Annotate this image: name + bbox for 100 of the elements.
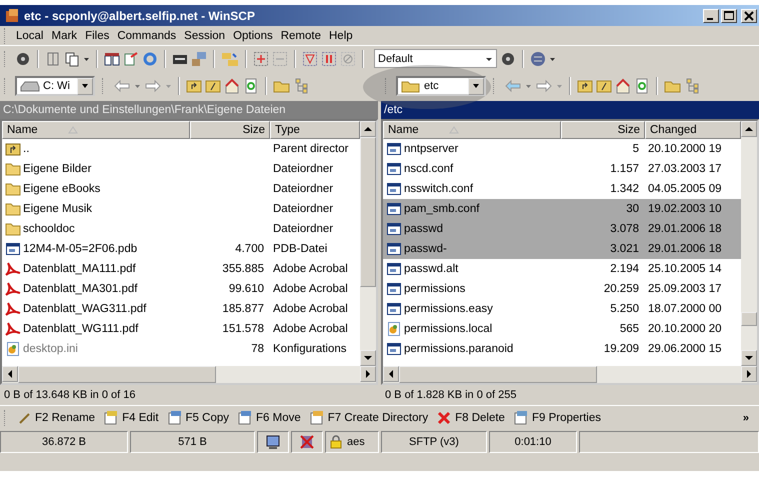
path-text: C:\Dokumente und Einstellungen\Frank\Eigene Dateien [3, 104, 286, 116]
file-name[interactable]: Eigene Musik [23, 203, 92, 215]
root-folder-icon[interactable] [205, 78, 221, 94]
scrollbar-thumb[interactable] [741, 312, 757, 326]
parent-folder-icon [5, 141, 21, 157]
no-entry-icon[interactable] [340, 50, 356, 66]
home-icon[interactable] [224, 78, 240, 94]
file-name[interactable]: 12M4-M-05=2F06.pdb [23, 243, 138, 255]
table-cell: Adobe Acrobal [273, 303, 348, 315]
tree-icon[interactable] [294, 78, 310, 94]
column-header[interactable]: Name [383, 121, 561, 139]
vertical-scrollbar[interactable] [360, 121, 376, 366]
column-header[interactable]: Name [2, 121, 190, 139]
file-name[interactable]: desktop.ini [23, 343, 78, 355]
file-name[interactable]: schooldoc [23, 223, 75, 235]
file-icon [386, 201, 402, 217]
table-cell: 27.03.2003 17 [648, 163, 722, 175]
maximize-button[interactable] [721, 8, 737, 22]
file-name[interactable]: Datenblatt_MA301.pdf [23, 283, 138, 295]
command-button[interactable]: F5 Copy [162, 410, 233, 426]
file-size: 565 [620, 323, 639, 335]
horizontal-scrollbar[interactable] [2, 366, 376, 383]
column-header[interactable]: Size [190, 121, 270, 139]
menu-item[interactable]: Help [325, 30, 357, 42]
menu-item[interactable]: Commands [113, 30, 180, 42]
command-button[interactable]: F8 Delete [432, 410, 509, 426]
file-name[interactable]: .. [23, 143, 30, 155]
back-arrow-icon[interactable] [504, 78, 522, 94]
column-header[interactable]: Changed [645, 121, 741, 139]
file-name[interactable]: nntpserver [404, 143, 458, 155]
forward-arrow-icon[interactable] [535, 78, 553, 94]
column-header[interactable]: Type [270, 121, 360, 139]
parent-folder-icon[interactable] [186, 78, 202, 94]
file-name[interactable]: passwd- [404, 243, 447, 255]
refresh-icon[interactable] [243, 78, 259, 94]
file-name[interactable]: passwd.alt [404, 263, 458, 275]
close-icon [436, 410, 452, 426]
refresh-icon[interactable] [634, 78, 650, 94]
file-name[interactable]: Eigene Bilder [23, 163, 92, 175]
documents-icon[interactable] [64, 50, 80, 66]
tree-icon[interactable] [685, 78, 701, 94]
scrollbar-thumb[interactable] [18, 366, 216, 383]
menu-item[interactable]: Remote [276, 30, 325, 42]
folders-icon[interactable] [221, 50, 239, 66]
menu-item[interactable]: Files [81, 30, 114, 42]
file-name[interactable]: Datenblatt_MA111.pdf [23, 263, 136, 275]
menu-item[interactable]: Options [229, 30, 277, 42]
command-button[interactable]: F9 Properties [508, 410, 605, 426]
location-dropdown[interactable]: C: Wi [15, 76, 95, 96]
forward-arrow-icon[interactable] [144, 78, 162, 94]
app-icon [5, 8, 21, 22]
gear-icon[interactable] [15, 50, 31, 66]
command-button[interactable]: F7 Create Directory [304, 410, 432, 426]
gear-icon[interactable] [500, 50, 516, 66]
home-icon[interactable] [615, 78, 631, 94]
minus-icon[interactable] [272, 50, 288, 66]
table-cell: 29.06.2000 15 [648, 343, 722, 355]
file-name[interactable]: Datenblatt_WAG311.pdf [23, 303, 146, 315]
menu-item[interactable]: Mark [48, 30, 82, 42]
horizontal-scrollbar[interactable] [383, 366, 757, 383]
file-name[interactable]: pam_smb.conf [404, 203, 480, 215]
file-icon [386, 241, 402, 257]
profile-dropdown[interactable]: Default [374, 49, 497, 68]
vertical-scrollbar[interactable] [741, 121, 757, 366]
file-name[interactable]: Datenblatt_WG111.pdf [23, 323, 138, 335]
file-name[interactable]: passwd [404, 223, 443, 235]
root-folder-icon[interactable] [596, 78, 612, 94]
file-name[interactable]: nscd.conf [404, 163, 454, 175]
location-dropdown[interactable]: etc [396, 76, 486, 96]
file-name[interactable]: Eigene eBooks [23, 183, 100, 195]
command-button[interactable]: F6 Move [233, 410, 305, 426]
file-name[interactable]: nsswitch.conf [404, 183, 474, 195]
filter-icon[interactable] [302, 50, 318, 66]
command-button[interactable]: F2 Rename [12, 410, 100, 426]
scrollbar-thumb[interactable] [360, 137, 376, 287]
scrollbar-thumb[interactable] [399, 366, 598, 383]
column-header[interactable]: Size [561, 121, 645, 139]
parent-folder-icon[interactable] [577, 78, 593, 94]
file-size: 4.700 [235, 243, 264, 255]
command-button[interactable]: F4 Edit [99, 410, 163, 426]
menu-item[interactable]: Local [12, 30, 48, 42]
file-name[interactable]: permissions.paranoid [404, 343, 514, 355]
more-commands-button[interactable]: » [742, 412, 749, 424]
file-size: 5.250 [610, 303, 639, 315]
file-name[interactable]: permissions.local [404, 323, 492, 335]
folder-icon [5, 221, 21, 237]
file-name[interactable]: permissions [404, 283, 466, 295]
menu-item[interactable]: Session [180, 30, 230, 42]
close-button[interactable] [741, 8, 757, 22]
compare-icon[interactable] [104, 50, 120, 66]
file-name[interactable]: permissions.easy [404, 303, 493, 315]
back-arrow-icon[interactable] [113, 78, 131, 94]
session-duration: 0:01:10 [514, 436, 552, 448]
file-icon [5, 241, 21, 257]
bytes-received: 571 B [178, 436, 207, 448]
file-size: 20.259 [604, 283, 639, 295]
minimize-button[interactable] [703, 8, 719, 22]
plus-icon[interactable] [253, 50, 269, 66]
up-arrow-icon [364, 125, 372, 133]
refresh-icon[interactable] [142, 50, 158, 66]
